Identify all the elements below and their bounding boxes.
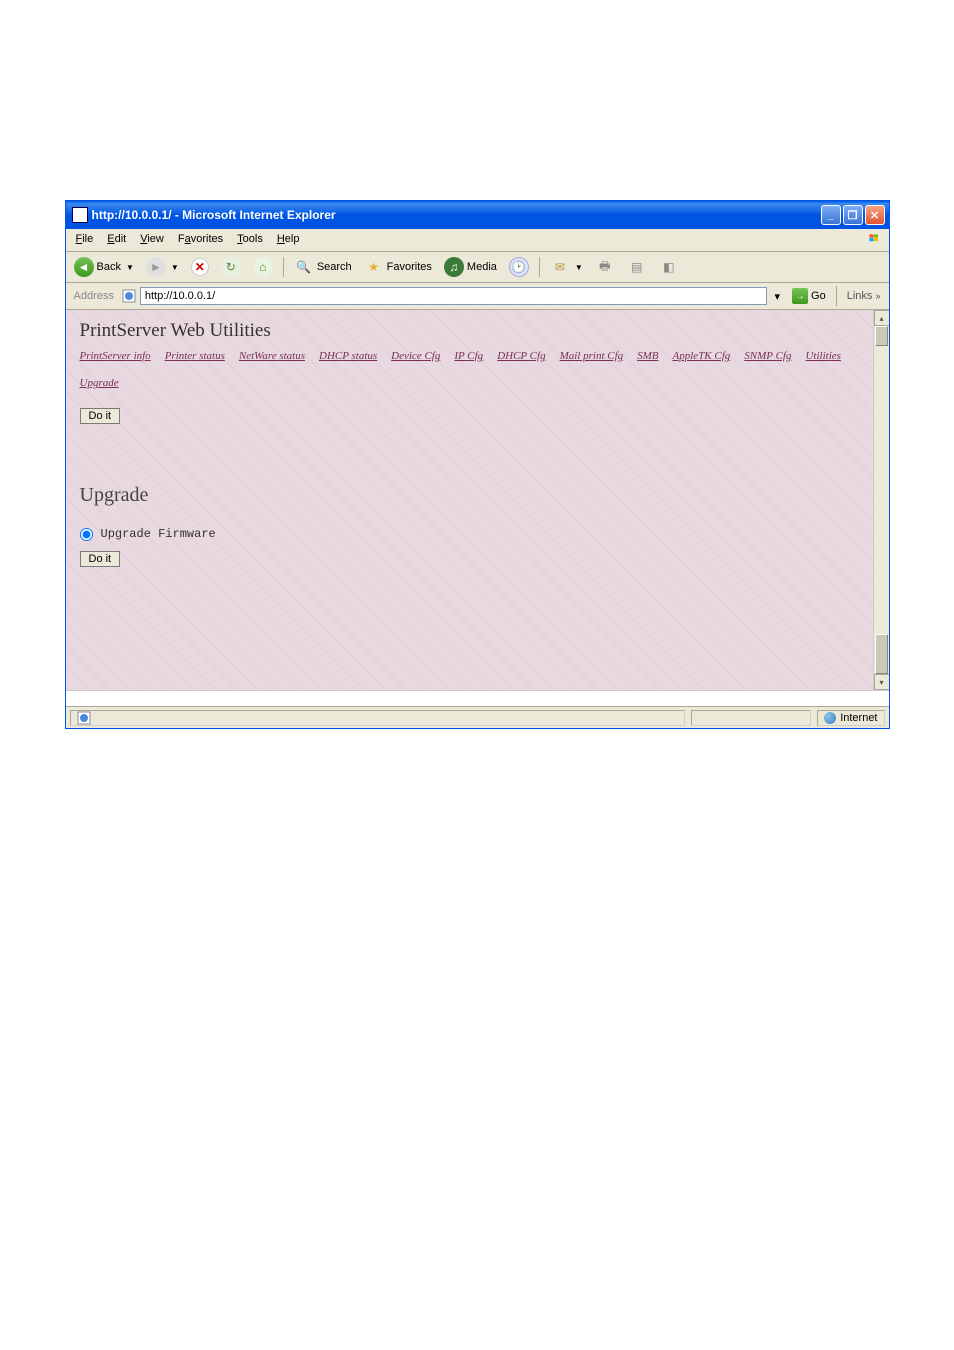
- forward-button[interactable]: ► ▼: [142, 255, 183, 279]
- content-area: PrintServer Web Utilities PrintServer in…: [66, 310, 889, 690]
- maximize-button[interactable]: ❐: [843, 205, 863, 225]
- stop-button[interactable]: ✕: [187, 256, 213, 278]
- menu-tools[interactable]: Tools: [231, 231, 269, 249]
- menu-help[interactable]: Help: [271, 231, 306, 249]
- window-controls: _ ❐ ✕: [821, 205, 885, 225]
- refresh-button[interactable]: ↻: [217, 255, 245, 279]
- window-title: http://10.0.0.1/ - Microsoft Internet Ex…: [92, 208, 821, 222]
- internet-zone-icon: [824, 712, 836, 724]
- nav-dhcp-cfg[interactable]: DHCP Cfg: [497, 350, 545, 363]
- gap: [66, 690, 889, 706]
- star-icon: ★: [364, 257, 384, 277]
- mail-icon: ✉: [550, 257, 570, 277]
- address-dropdown-icon[interactable]: ▾: [771, 290, 785, 303]
- ie-icon: [72, 207, 88, 223]
- ie-window: http://10.0.0.1/ - Microsoft Internet Ex…: [65, 200, 890, 729]
- upgrade-firmware-option[interactable]: Upgrade Firmware: [80, 527, 875, 541]
- home-icon: ⌂: [253, 257, 273, 277]
- scroll-down-button[interactable]: ▾: [874, 674, 889, 690]
- back-icon: ◄: [74, 257, 94, 277]
- separator: [283, 257, 284, 277]
- nav-printer-status[interactable]: Printer status: [165, 350, 225, 363]
- mail-button[interactable]: ✉▼: [546, 255, 587, 279]
- go-icon: →: [792, 288, 808, 304]
- search-button[interactable]: 🔍 Search: [290, 255, 356, 279]
- status-text: [70, 710, 686, 726]
- history-icon: 🕑: [509, 257, 529, 277]
- go-button[interactable]: → Go: [788, 287, 830, 305]
- search-icon: 🔍: [294, 257, 314, 277]
- nav-dhcp-status[interactable]: DHCP status: [319, 350, 377, 363]
- done-icon: [77, 711, 91, 725]
- history-button[interactable]: 🕑: [505, 255, 533, 279]
- discuss-button[interactable]: ◧: [655, 255, 683, 279]
- minimize-button[interactable]: _: [821, 205, 841, 225]
- back-button[interactable]: ◄ Back ▼: [70, 255, 138, 279]
- menubar: File Edit View Favorites Tools Help: [66, 229, 889, 252]
- scroll-up-button[interactable]: ▴: [874, 310, 889, 326]
- windows-flag-icon: [863, 231, 885, 249]
- nav-printserver-info[interactable]: PrintServer info: [80, 350, 151, 363]
- status-progress: [691, 710, 811, 726]
- toolbar: ◄ Back ▼ ► ▼ ✕ ↻ ⌂ 🔍 Search ★ Favorites …: [66, 252, 889, 283]
- nav-ip-cfg[interactable]: IP Cfg: [454, 350, 483, 363]
- menu-edit[interactable]: Edit: [101, 231, 132, 249]
- stop-icon: ✕: [191, 258, 209, 276]
- section-title: Upgrade: [80, 484, 875, 507]
- home-button[interactable]: ⌂: [249, 255, 277, 279]
- forward-icon: ►: [146, 257, 166, 277]
- nav-appletk-cfg[interactable]: AppleTK Cfg: [673, 350, 731, 363]
- address-bar: Address ▾ → Go Links »: [66, 283, 889, 310]
- nav-snmp-cfg[interactable]: SNMP Cfg: [744, 350, 791, 363]
- print-button[interactable]: 🖶: [591, 255, 619, 279]
- doit-button-top[interactable]: Do it: [80, 408, 121, 424]
- scroll-track[interactable]: [874, 326, 889, 674]
- discuss-icon: ◧: [659, 257, 679, 277]
- page-title: PrintServer Web Utilities: [80, 320, 875, 342]
- dropdown-icon: ▼: [126, 263, 134, 272]
- menu-view[interactable]: View: [134, 231, 170, 249]
- status-bar: Internet: [66, 706, 889, 728]
- edit-icon: ▤: [627, 257, 647, 277]
- address-label: Address: [70, 290, 118, 302]
- page-icon: [122, 289, 136, 303]
- page-body: PrintServer Web Utilities PrintServer in…: [66, 310, 889, 690]
- nav-row: PrintServer info Printer status NetWare …: [80, 350, 875, 390]
- close-button[interactable]: ✕: [865, 205, 885, 225]
- vertical-scrollbar[interactable]: ▴ ▾: [873, 310, 889, 690]
- dropdown-icon: ▼: [171, 263, 179, 272]
- address-input[interactable]: [140, 287, 767, 305]
- separator: [539, 257, 540, 277]
- nav-smb[interactable]: SMB: [637, 350, 658, 363]
- upgrade-firmware-label: Upgrade Firmware: [101, 527, 216, 541]
- print-icon: 🖶: [595, 257, 615, 277]
- nav-utilities[interactable]: Utilities: [805, 350, 840, 363]
- links-button[interactable]: Links »: [843, 290, 885, 302]
- media-button[interactable]: ♫ Media: [440, 255, 501, 279]
- favorites-button[interactable]: ★ Favorites: [360, 255, 436, 279]
- nav-mailprint-cfg[interactable]: Mail print Cfg: [560, 350, 624, 363]
- titlebar[interactable]: http://10.0.0.1/ - Microsoft Internet Ex…: [66, 201, 889, 229]
- media-icon: ♫: [444, 257, 464, 277]
- nav-netware-status[interactable]: NetWare status: [239, 350, 305, 363]
- menu-file[interactable]: File: [70, 231, 100, 249]
- separator: [836, 286, 837, 306]
- refresh-icon: ↻: [221, 257, 241, 277]
- menu-favorites[interactable]: Favorites: [172, 231, 229, 249]
- dropdown-icon: ▼: [575, 263, 583, 272]
- upgrade-firmware-radio[interactable]: [80, 528, 93, 541]
- status-zone: Internet: [817, 710, 884, 726]
- nav-device-cfg[interactable]: Device Cfg: [391, 350, 440, 363]
- doit-button-bottom[interactable]: Do it: [80, 551, 121, 567]
- scroll-thumb[interactable]: [875, 326, 888, 346]
- edit-button[interactable]: ▤: [623, 255, 651, 279]
- scroll-thumb-lower[interactable]: [875, 634, 888, 674]
- nav-upgrade[interactable]: Upgrade: [80, 377, 119, 390]
